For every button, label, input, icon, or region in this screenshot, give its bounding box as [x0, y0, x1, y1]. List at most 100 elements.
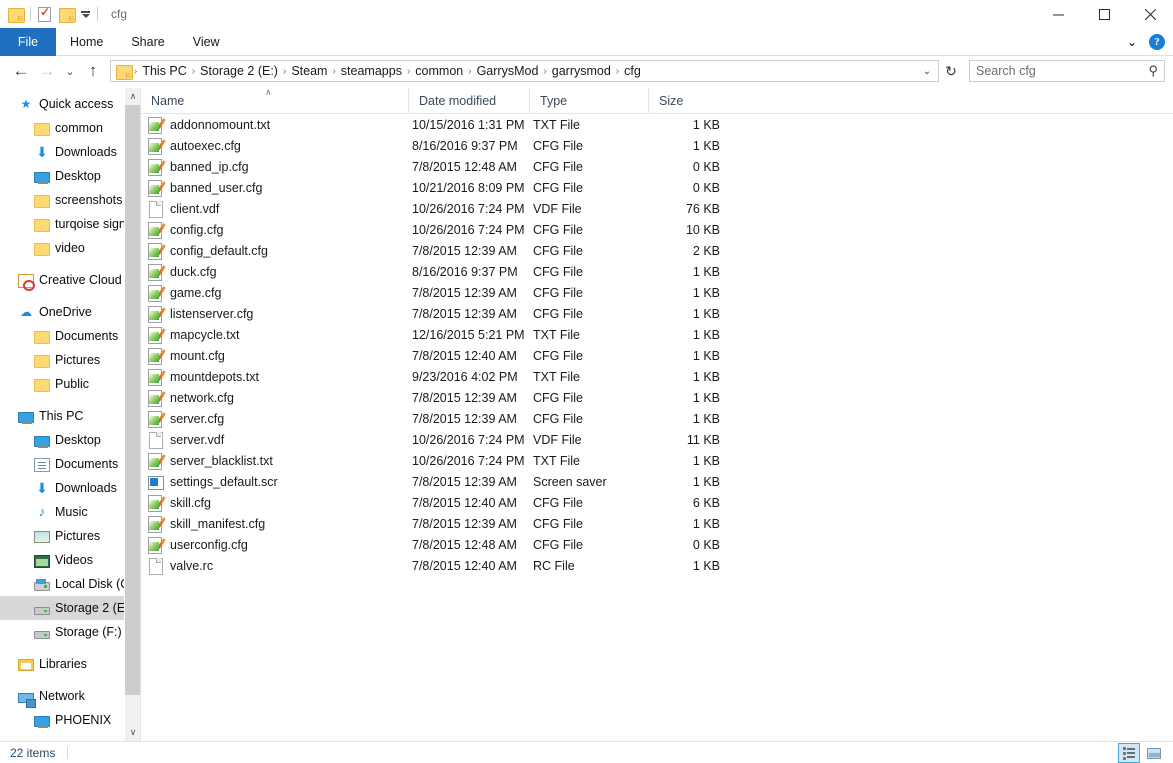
table-row[interactable]: game.cfg 7/8/2015 12:39 AM CFG File 1 KB [141, 282, 1173, 303]
scroll-up-icon[interactable]: ∧ [125, 88, 140, 105]
tab-share[interactable]: Share [117, 28, 178, 56]
tab-view[interactable]: View [179, 28, 234, 56]
breadcrumb-item-cfg[interactable]: cfg [620, 64, 645, 78]
table-row[interactable]: addonnomount.txt 10/15/2016 1:31 PM TXT Fi… [141, 114, 1173, 135]
this-pc-icon [18, 411, 34, 424]
refresh-button[interactable]: ↻ [939, 58, 963, 84]
breadcrumb-item-garrysmod[interactable]: garrysmod [548, 64, 615, 78]
text-file-icon [147, 368, 166, 386]
table-row[interactable]: config.cfg 10/26/2016 7:24 PM CFG File 10 K… [141, 219, 1173, 240]
sidebar-item-phoenix[interactable]: PHOENIX [0, 708, 140, 732]
expand-ribbon-button[interactable]: ⌄ [1119, 28, 1145, 56]
cell-date-modified: 10/21/2016 8:09 PM [412, 180, 525, 195]
folder-icon[interactable] [8, 7, 25, 23]
search-icon[interactable]: ⚲ [1148, 63, 1158, 79]
new-folder-icon[interactable] [59, 7, 76, 23]
sidebar-item-downloads[interactable]: ⬇ Downloads [0, 476, 140, 500]
breadcrumb-item-common[interactable]: common [411, 64, 467, 78]
table-row[interactable]: autoexec.cfg 8/16/2016 9:37 PM CFG File 1 K… [141, 135, 1173, 156]
table-row[interactable]: valve.rc 7/8/2015 12:40 AM RC File 1 KB [141, 555, 1173, 576]
column-header-name[interactable]: Name ∧ [141, 87, 408, 114]
table-row[interactable]: mountdepots.txt 9/23/2016 4:02 PM TXT File… [141, 366, 1173, 387]
sidebar-scrollbar[interactable]: ∧ ∨ [124, 88, 140, 741]
cell-size: 1 KB [692, 306, 720, 321]
table-row[interactable]: duck.cfg 8/16/2016 9:37 PM CFG File 1 KB [141, 261, 1173, 282]
sidebar-item-documents[interactable]: Documents [0, 324, 140, 348]
breadcrumb-item-steamapps[interactable]: steamapps [337, 64, 406, 78]
folder-icon [34, 122, 50, 136]
sidebar-item-storage-f[interactable]: Storage (F:) [0, 620, 140, 644]
table-row[interactable]: settings_default.scr 7/8/2015 12:39 AM Scr… [141, 471, 1173, 492]
table-row[interactable]: mount.cfg 7/8/2015 12:40 AM CFG File 1 KB [141, 345, 1173, 366]
table-row[interactable]: skill_manifest.cfg 7/8/2015 12:39 AM CFG F… [141, 513, 1173, 534]
local-disk-icon [34, 578, 50, 591]
properties-icon[interactable] [38, 5, 51, 22]
breadcrumb-item-steam[interactable]: Steam [287, 64, 331, 78]
sidebar-item-local-disk-c[interactable]: Local Disk (C:) [0, 572, 140, 596]
table-row[interactable]: server.cfg 7/8/2015 12:39 AM CFG File 1 KB [141, 408, 1173, 429]
sidebar-item-this-pc[interactable]: This PC [0, 404, 140, 428]
table-row[interactable]: skill.cfg 7/8/2015 12:40 AM CFG File 6 KB [141, 492, 1173, 513]
sidebar-item-desktop[interactable]: Desktop [0, 428, 140, 452]
close-button[interactable] [1127, 0, 1173, 28]
sidebar-item-storage-2-e[interactable]: Storage 2 (E:) [0, 596, 140, 620]
column-header-size[interactable]: Size [648, 87, 728, 114]
breadcrumb-bar[interactable]: › This PC › Storage 2 (E:) › Steam › ste… [110, 60, 939, 82]
downloads-icon: ⬇ [36, 144, 48, 160]
cell-type: CFG File [533, 537, 583, 552]
folder-icon [34, 242, 50, 256]
ribbon-tab-bar: File Home Share View ⌄ ? [0, 28, 1173, 56]
table-row[interactable]: banned_ip.cfg 7/8/2015 12:48 AM CFG File 0 … [141, 156, 1173, 177]
sidebar-item-downloads[interactable]: ⬇Downloads⚐ [0, 140, 140, 164]
details-icon-square [1123, 756, 1126, 760]
sidebar-item-creative-cloud-fil[interactable]: Creative Cloud Fil [0, 268, 140, 292]
sidebar-item-network[interactable]: Network [0, 684, 140, 708]
sidebar-item-common[interactable]: common⚐ [0, 116, 140, 140]
sidebar-item-music[interactable]: ♪ Music [0, 500, 140, 524]
sidebar-item-pictures[interactable]: Pictures [0, 348, 140, 372]
table-row[interactable]: network.cfg 7/8/2015 12:39 AM CFG File 1 KB [141, 387, 1173, 408]
sidebar-item-documents[interactable]: Documents [0, 452, 140, 476]
table-row[interactable]: client.vdf 10/26/2016 7:24 PM VDF File 76 K… [141, 198, 1173, 219]
recent-locations-button[interactable]: ⌄ [60, 58, 80, 84]
sidebar-item-video[interactable]: video [0, 236, 140, 260]
table-row[interactable]: server_blacklist.txt 10/26/2016 7:24 PM TX… [141, 450, 1173, 471]
table-row[interactable]: userconfig.cfg 7/8/2015 12:48 AM CFG File 0… [141, 534, 1173, 555]
table-row[interactable]: server.vdf 10/26/2016 7:24 PM VDF File 11 K… [141, 429, 1173, 450]
table-row[interactable]: banned_user.cfg 10/21/2016 8:09 PM CFG Fil… [141, 177, 1173, 198]
customize-dropdown-icon[interactable] [81, 10, 90, 18]
sidebar-item-libraries[interactable]: Libraries [0, 652, 140, 676]
minimize-button[interactable] [1035, 0, 1081, 28]
thumbnails-view-button[interactable] [1143, 743, 1165, 763]
sidebar-item-screenshots[interactable]: screenshots [0, 188, 140, 212]
table-row[interactable]: listenserver.cfg 7/8/2015 12:39 AM CFG Fil… [141, 303, 1173, 324]
search-box[interactable]: Search cfg ⚲ [969, 60, 1165, 82]
back-button[interactable]: ← [8, 58, 34, 84]
breadcrumb-item-garrysmod-app[interactable]: GarrysMod [473, 64, 543, 78]
sidebar-item-quick-access[interactable]: ★ Quick access [0, 92, 140, 116]
sidebar-item-pictures[interactable]: Pictures [0, 524, 140, 548]
tab-file[interactable]: File [0, 28, 56, 56]
scrollbar-thumb[interactable] [125, 105, 140, 695]
table-row[interactable]: config_default.cfg 7/8/2015 12:39 AM CFG F… [141, 240, 1173, 261]
details-view-button[interactable] [1118, 743, 1140, 763]
sidebar-item-onedrive[interactable]: ☁ OneDrive [0, 300, 140, 324]
sidebar-item-videos[interactable]: Videos [0, 548, 140, 572]
search-input[interactable]: Search cfg [976, 64, 1148, 78]
tab-home[interactable]: Home [56, 28, 117, 56]
column-header-type[interactable]: Type [529, 87, 648, 114]
address-dropdown-icon[interactable]: ⌄ [918, 66, 936, 77]
column-header-date-modified[interactable]: Date modified [408, 87, 529, 114]
maximize-button[interactable] [1081, 0, 1127, 28]
breadcrumb-item-this-pc[interactable]: This PC [138, 64, 190, 78]
help-icon[interactable]: ? [1149, 34, 1165, 50]
scroll-down-icon[interactable]: ∨ [125, 724, 140, 741]
up-button[interactable]: ↑ [80, 58, 106, 84]
sidebar-item-desktop[interactable]: Desktop [0, 164, 140, 188]
sidebar-item-turqoise-signatu[interactable]: turqoise signatu [0, 212, 140, 236]
table-row[interactable]: mapcycle.txt 12/16/2015 5:21 PM TXT File 1 … [141, 324, 1173, 345]
forward-button[interactable]: → [34, 58, 60, 84]
sidebar-item-public[interactable]: Public [0, 372, 140, 396]
breadcrumb-item-storage-2[interactable]: Storage 2 (E:) [196, 64, 282, 78]
